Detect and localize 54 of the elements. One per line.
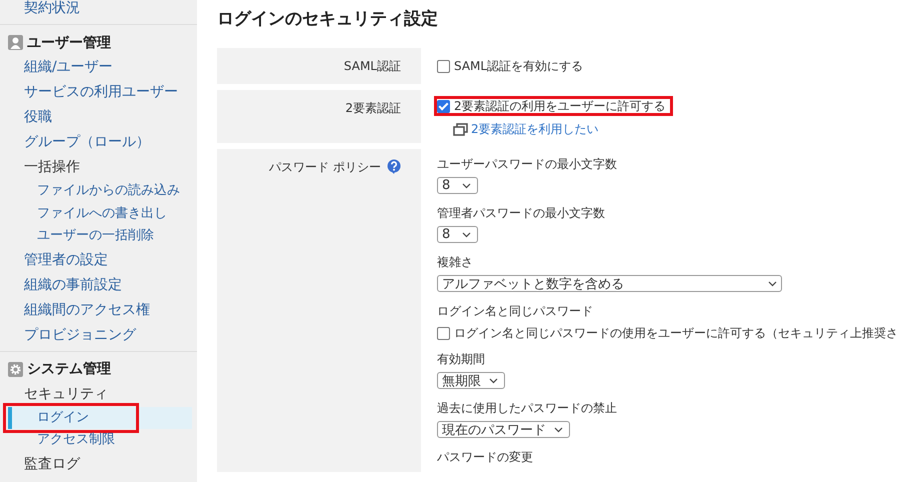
window-icon	[453, 122, 468, 136]
sidebar-item[interactable]: セキュリティ	[0, 382, 192, 406]
checkbox[interactable]	[437, 326, 450, 340]
sidebar-item[interactable]: プロビジョニング	[0, 322, 192, 348]
dropdown[interactable]: 8	[437, 226, 478, 243]
section-title: ユーザー管理	[27, 34, 111, 52]
dropdown[interactable]: アルファベットと数字を含める	[437, 275, 782, 292]
option-label: SAML認証を有効にする	[454, 58, 584, 74]
dropdown[interactable]: 現在のパスワード	[437, 421, 570, 438]
sidebar-item[interactable]: 役職	[0, 105, 192, 130]
field-caption: 管理者パスワードの最小文字数	[437, 205, 606, 222]
sidebar-item[interactable]: 契約状況	[0, 0, 192, 21]
checkbox[interactable]	[437, 60, 450, 72]
option-label: 2要素認証の利用をユーザーに許可する	[454, 98, 666, 114]
link-text[interactable]: 2要素認証を利用したい	[471, 120, 599, 138]
dropdown[interactable]: 無期限	[437, 372, 505, 389]
field-caption: 複雑さ	[437, 254, 474, 271]
field-caption: 有効期間	[437, 351, 486, 368]
sidebar-item[interactable]: 一括操作	[0, 155, 192, 180]
checkbox-option[interactable]: ログイン名と同じパスワードの使用をユーザーに許可する（セキュリティ上推奨さ	[434, 323, 900, 343]
sidebar-item[interactable]: ユーザーの一括削除	[0, 225, 192, 248]
checkbox-option[interactable]: SAML認証を有効にする	[434, 56, 586, 76]
sidebar-item[interactable]: ファイルへの書き出し	[0, 202, 192, 225]
section-title: システム管理	[27, 360, 111, 378]
caret-icon	[462, 182, 472, 188]
sidebar-item[interactable]: アクセス制限	[0, 429, 192, 452]
help-icon[interactable]	[387, 159, 401, 174]
sidebar-item[interactable]: グループ（ロール）	[0, 130, 192, 155]
sidebar-item[interactable]: 組織/ユーザー	[0, 55, 192, 80]
field-caption: ユーザーパスワードの最小文字数	[437, 156, 618, 173]
dropdown[interactable]: 8	[437, 177, 478, 194]
caret-icon	[768, 280, 777, 286]
field-caption: 過去に使用したパスワードの禁止	[437, 400, 618, 417]
gear-icon	[8, 362, 23, 376]
sidebar-item[interactable]: 監査ログ	[0, 452, 192, 476]
field-caption: パスワードの変更	[437, 449, 534, 466]
link[interactable]: 2要素認証を利用したい	[453, 119, 599, 139]
field-label: SAML認証	[344, 58, 401, 74]
field-label: 2要素認証	[345, 100, 401, 116]
page-title: ログインのセキュリティ設定	[217, 9, 439, 29]
sidebar-item[interactable]: 組織間のアクセス権	[0, 298, 192, 322]
caret-icon	[489, 378, 498, 384]
caret-icon	[462, 232, 472, 238]
checkbox-option[interactable]: 2要素認証の利用をユーザーに許可する	[434, 96, 673, 116]
option-label: ログイン名と同じパスワードの使用をユーザーに許可する（セキュリティ上推奨さ	[454, 324, 898, 342]
user-icon	[8, 35, 23, 50]
field-caption: ログイン名と同じパスワード	[437, 303, 594, 320]
field-label: パスワード ポリシー	[269, 159, 381, 175]
sidebar-item[interactable]: 管理者の設定	[0, 248, 192, 272]
sidebar-item[interactable]: 組織の事前設定	[0, 272, 192, 298]
caret-icon	[554, 426, 563, 432]
checkbox[interactable]	[437, 100, 450, 112]
sidebar-item[interactable]: サービスの利用ユーザー	[0, 80, 192, 105]
sidebar-item[interactable]: ファイルからの読み込み	[0, 180, 192, 202]
